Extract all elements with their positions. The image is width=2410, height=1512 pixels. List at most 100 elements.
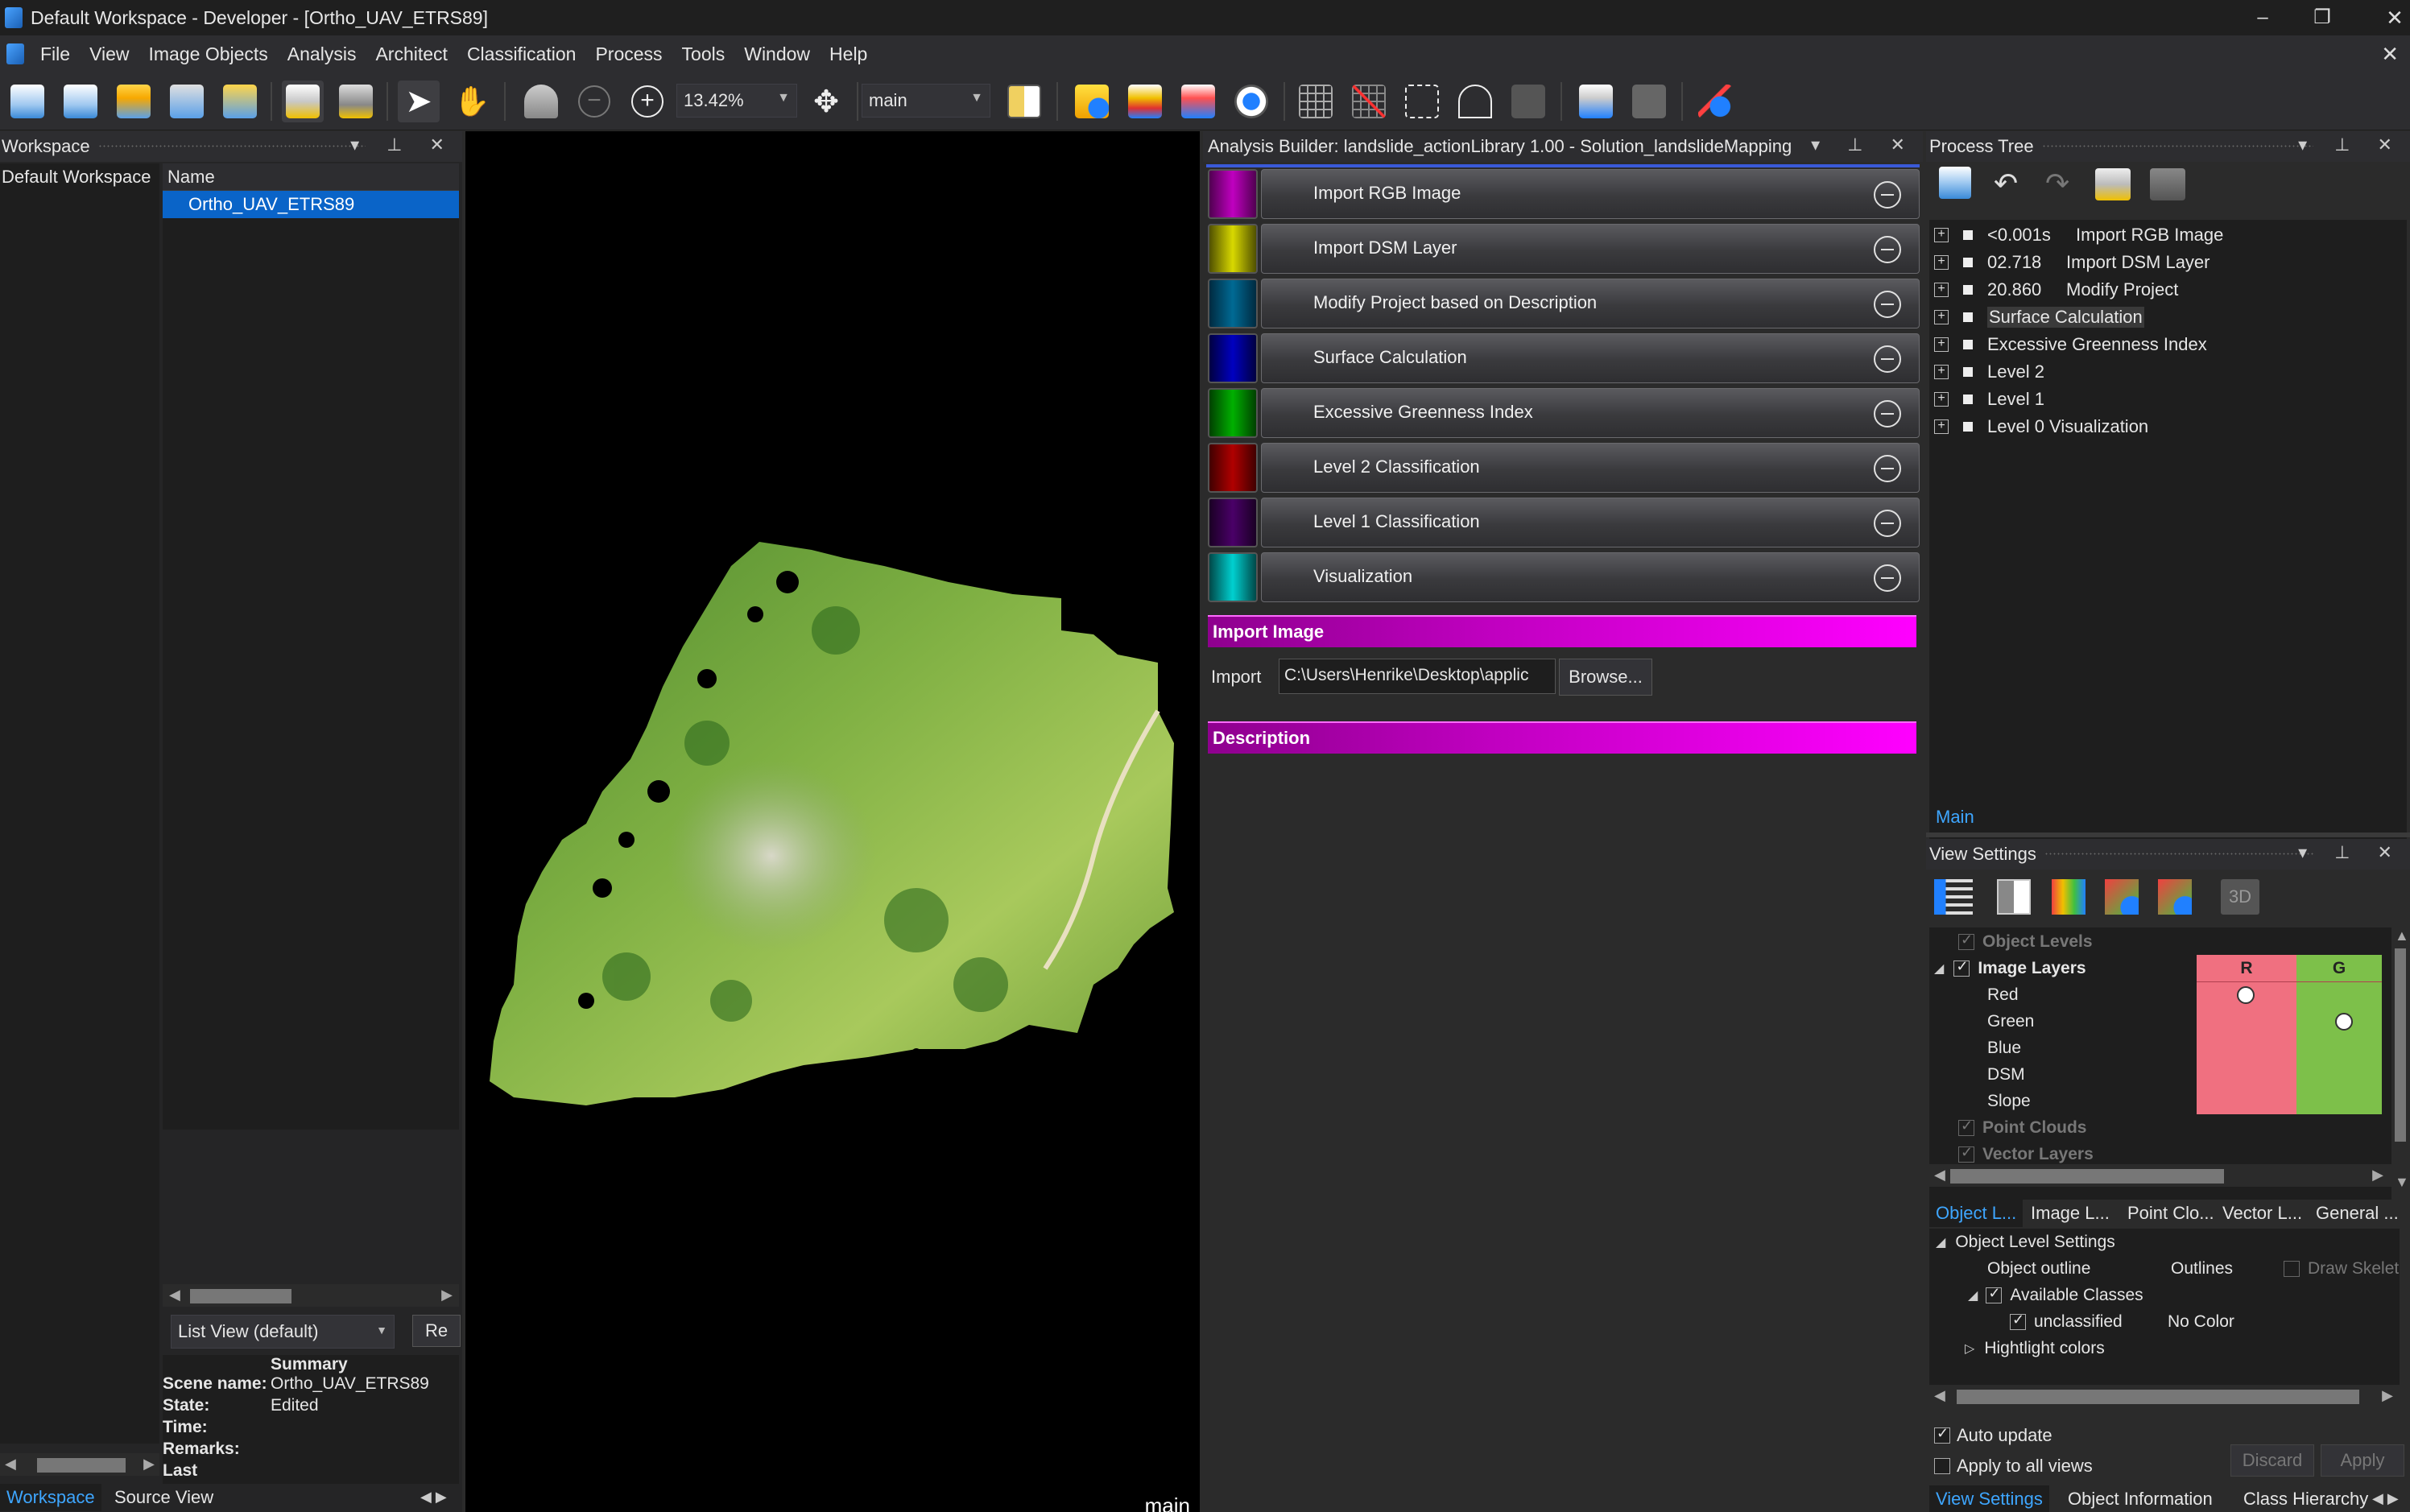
process-item[interactable]: + Level 1 bbox=[1934, 386, 2044, 413]
refresh-button[interactable]: Re bbox=[412, 1315, 461, 1347]
list-scrollbar[interactable]: ◀ ▶ bbox=[163, 1284, 459, 1307]
layer-row[interactable]: Green bbox=[1987, 1008, 2034, 1035]
layer-row[interactable]: Slope bbox=[1987, 1088, 2031, 1114]
map-combo[interactable]: main ▼ bbox=[862, 84, 990, 118]
list-item[interactable]: Ortho_UAV_ETRS89 bbox=[163, 191, 459, 218]
remove-action-icon[interactable] bbox=[1874, 510, 1901, 537]
apply-all-row[interactable]: Apply to all views bbox=[1934, 1452, 2093, 1479]
new-workspace-button[interactable] bbox=[6, 81, 48, 122]
export-button[interactable] bbox=[219, 81, 261, 122]
zoom-in-button[interactable]: + bbox=[626, 81, 668, 122]
scrollbar-thumb[interactable] bbox=[1957, 1390, 2359, 1404]
zoom-out-button[interactable]: − bbox=[573, 81, 615, 122]
close-window-button[interactable]: ✕ bbox=[2379, 5, 2410, 31]
remove-layer-icon[interactable] bbox=[2105, 879, 2139, 915]
import-button[interactable] bbox=[166, 81, 208, 122]
tab-object-levels[interactable]: Object L... bbox=[1929, 1200, 2023, 1227]
available-classes-row[interactable]: ◢Available Classes bbox=[1968, 1282, 2143, 1308]
process-item[interactable]: + <0.001s Import RGB Image bbox=[1934, 221, 2223, 249]
layers-button[interactable] bbox=[335, 81, 377, 122]
remove-action-icon[interactable] bbox=[1874, 181, 1901, 209]
tab-vector-layers[interactable]: Vector L... bbox=[2216, 1200, 2309, 1227]
checkbox[interactable] bbox=[1958, 932, 1974, 950]
checkbox[interactable] bbox=[1958, 1117, 1974, 1136]
tree-root[interactable]: Default Workspace bbox=[0, 163, 159, 191]
tab-workspace[interactable]: Workspace bbox=[0, 1484, 101, 1511]
layer-mixing-icon[interactable] bbox=[1934, 879, 1973, 915]
menu-image-objects[interactable]: Image Objects bbox=[139, 43, 278, 65]
action-bar[interactable]: Excessive Greenness Index bbox=[1261, 388, 1920, 438]
pan-move-button[interactable]: ✥ bbox=[805, 81, 847, 122]
action-bar[interactable]: Level 2 Classification bbox=[1261, 443, 1920, 493]
tab-main[interactable]: Main bbox=[1929, 804, 1981, 831]
scrollbar-thumb[interactable] bbox=[190, 1289, 291, 1303]
class-info-button[interactable] bbox=[1124, 81, 1166, 122]
red-channel-radio[interactable] bbox=[2237, 986, 2255, 1004]
action-bar[interactable]: Surface Calculation bbox=[1261, 333, 1920, 383]
action-bar[interactable]: Modify Project based on Description bbox=[1261, 279, 1920, 328]
panel-controls[interactable]: ▾ ⊥ ✕ bbox=[1811, 134, 1916, 155]
action-excessive-greenness[interactable]: Excessive Greenness Index bbox=[1208, 388, 1920, 438]
panel-controls[interactable]: ▾ ⊥ ✕ bbox=[350, 134, 456, 155]
remove-action-icon[interactable] bbox=[1874, 564, 1901, 592]
action-bar[interactable]: Import RGB Image bbox=[1261, 169, 1920, 219]
add-layer-icon[interactable] bbox=[2158, 879, 2192, 915]
process-item[interactable]: + Level 2 bbox=[1934, 358, 2044, 386]
database-icon[interactable] bbox=[2095, 168, 2131, 200]
delete-objects-button[interactable] bbox=[1348, 81, 1390, 122]
process-icon[interactable] bbox=[1939, 167, 1971, 199]
menu-analysis[interactable]: Analysis bbox=[278, 43, 366, 65]
rgb-icon[interactable] bbox=[2052, 879, 2085, 915]
action-visualization[interactable]: Visualization bbox=[1208, 552, 1920, 602]
action-bar[interactable]: Level 1 Classification bbox=[1261, 498, 1920, 547]
menu-architect[interactable]: Architect bbox=[366, 43, 457, 65]
add-project-button[interactable] bbox=[113, 81, 155, 122]
process-item[interactable]: + Surface Calculation bbox=[1934, 304, 2144, 331]
layer-row[interactable]: Red bbox=[1987, 981, 2019, 1008]
process-item[interactable]: +20.860 Modify Project bbox=[1934, 276, 2178, 304]
settings-h-scrollbar[interactable]: ◀ ▶ bbox=[1929, 1385, 2400, 1407]
remove-action-icon[interactable] bbox=[1874, 455, 1901, 482]
remove-action-icon[interactable] bbox=[1874, 400, 1901, 428]
panel-splitter[interactable] bbox=[1926, 832, 2410, 837]
remove-action-icon[interactable] bbox=[1874, 345, 1901, 373]
checkbox[interactable] bbox=[2010, 1312, 2026, 1330]
vertical-scrollbar[interactable]: ▲ ▼ bbox=[2391, 927, 2409, 1200]
tab-view-settings[interactable]: View Settings bbox=[1929, 1485, 2049, 1512]
remove-action-icon[interactable] bbox=[1874, 291, 1901, 318]
image-info-button[interactable] bbox=[1071, 81, 1113, 122]
layer-row[interactable]: DSM bbox=[1987, 1061, 2025, 1088]
select-tool-button[interactable]: ➤ bbox=[398, 81, 440, 122]
restore-button[interactable]: ❐ bbox=[2306, 5, 2338, 31]
object-levels-row[interactable]: Object Levels bbox=[1958, 928, 2093, 955]
apply-button[interactable]: Apply bbox=[2321, 1444, 2404, 1477]
redo-icon[interactable]: ↷ bbox=[2045, 167, 2069, 200]
cut-objects-button[interactable] bbox=[1507, 81, 1549, 122]
scrollbar-thumb[interactable] bbox=[1950, 1169, 2224, 1184]
process-item[interactable]: + Level 0 Visualization bbox=[1934, 413, 2148, 440]
grid-button[interactable] bbox=[1295, 81, 1337, 122]
menu-process[interactable]: Process bbox=[585, 43, 672, 65]
settings-button[interactable] bbox=[1230, 81, 1272, 122]
save-button[interactable] bbox=[282, 81, 324, 122]
unclassified-row[interactable]: unclassifiedNo Color bbox=[2010, 1308, 2234, 1335]
checkbox[interactable] bbox=[2284, 1260, 2300, 1277]
scrollbar-thumb[interactable] bbox=[2395, 948, 2406, 1142]
checkbox[interactable] bbox=[1934, 1425, 1950, 1444]
highlight-colors-row[interactable]: ▷ Hightlight colors bbox=[1965, 1335, 2105, 1361]
tab-image-layers[interactable]: Image L... bbox=[2024, 1200, 2116, 1227]
zoom-combo[interactable]: 13.42% ▼ bbox=[676, 84, 797, 118]
panel-controls[interactable]: ▾ ⊥ ✕ bbox=[2298, 842, 2404, 863]
checkbox[interactable] bbox=[1958, 1144, 1974, 1163]
action-import-dsm[interactable]: Import DSM Layer bbox=[1208, 224, 1920, 274]
remove-action-icon[interactable] bbox=[1874, 236, 1901, 263]
checkbox[interactable] bbox=[1934, 1457, 1950, 1474]
action-bar[interactable]: Import DSM Layer bbox=[1261, 224, 1920, 274]
discard-button[interactable]: Discard bbox=[2230, 1444, 2314, 1477]
image-view[interactable]: main bbox=[465, 131, 1200, 1512]
tab-general[interactable]: General ... bbox=[2309, 1200, 2405, 1227]
image-layers-row[interactable]: ◢Image Layers bbox=[1934, 955, 2086, 981]
tab-point-clouds[interactable]: Point Clo... bbox=[2121, 1200, 2221, 1227]
browse-button[interactable]: Browse... bbox=[1559, 659, 1652, 696]
pan-tool-button[interactable]: ✋ bbox=[451, 81, 493, 122]
